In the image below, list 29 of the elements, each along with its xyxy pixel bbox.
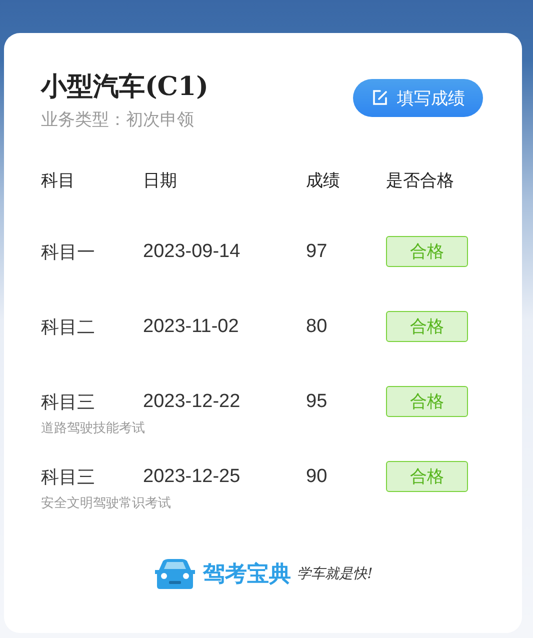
score-cell-text: 80 bbox=[306, 316, 328, 338]
result-badge: 合格 bbox=[386, 236, 468, 267]
exam-note: 道路驾驶技能考试 bbox=[40, 420, 146, 437]
score-cell-text: 95 bbox=[306, 390, 328, 412]
license-title: 小型汽车(C1) bbox=[41, 71, 208, 104]
edit-icon bbox=[371, 89, 389, 107]
column-header: 是否合格 bbox=[386, 170, 455, 192]
slogan: 学车就是快! bbox=[297, 565, 373, 583]
subject-cell-text: 科目三 bbox=[41, 390, 96, 414]
score-cell-text: 97 bbox=[306, 240, 328, 262]
score-cell-text: 90 bbox=[306, 466, 328, 488]
result-badge: 合格 bbox=[386, 461, 468, 492]
subject-cell-text: 科目二 bbox=[41, 316, 96, 338]
subject-cell-text: 科目一 bbox=[41, 240, 96, 264]
date-cell-text: 2023-11-02 bbox=[143, 316, 240, 338]
date-cell-text: 2023-09-14 bbox=[143, 240, 242, 262]
subject-cell-text: 科目三 bbox=[41, 466, 96, 488]
result-badge: 合格 bbox=[386, 386, 468, 417]
car-icon bbox=[153, 558, 198, 590]
column-header: 日期 bbox=[143, 170, 178, 192]
column-header: 科目 bbox=[41, 170, 76, 192]
exam-note: 安全文明驾驶常识考试 bbox=[40, 495, 172, 512]
result-badge: 合格 bbox=[386, 311, 468, 342]
fill-score-button[interactable]: 填写成绩 bbox=[353, 79, 483, 117]
business-type: 业务类型：初次申领 bbox=[41, 109, 195, 131]
date-cell-text: 2023-12-25 bbox=[143, 466, 242, 488]
column-header: 成绩 bbox=[306, 170, 341, 192]
brand-name: 驾考宝典 bbox=[203, 560, 292, 589]
date-cell-text: 2023-12-22 bbox=[143, 390, 242, 412]
